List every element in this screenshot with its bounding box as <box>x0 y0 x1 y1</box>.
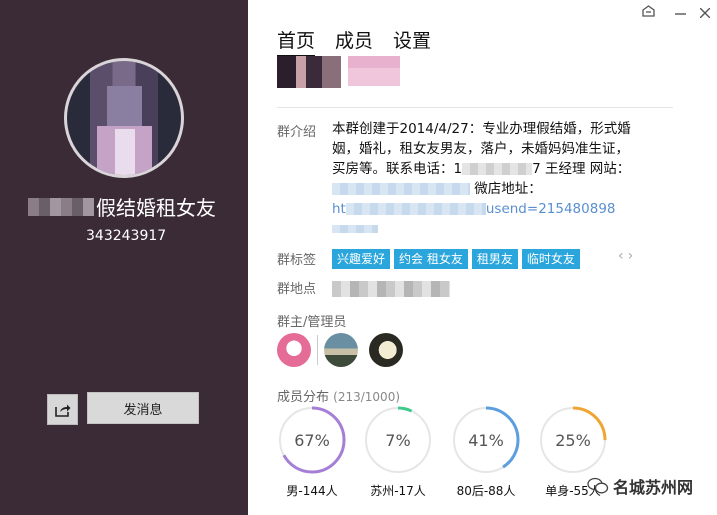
skin-icon <box>642 5 655 17</box>
redacted-link-tail <box>332 225 378 233</box>
tag[interactable]: 临时女友 <box>521 249 580 269</box>
minimize-button[interactable] <box>675 7 686 21</box>
redacted-location <box>332 281 450 297</box>
divider <box>277 107 673 108</box>
distribution-ring: 25% <box>538 405 608 475</box>
distribution-ring: 7% <box>363 405 433 475</box>
intro-line: 买房等。联系电话：1 7 王经理 网站： <box>332 159 667 179</box>
ring-caption: 80后-88人 <box>456 484 516 498</box>
minimize-icon <box>675 13 686 15</box>
tags-label: 群标签 <box>277 253 317 268</box>
intro-link-prefix[interactable]: ht <box>332 201 346 217</box>
group-name: 假结婚租女友 <box>96 196 216 220</box>
tab-settings[interactable]: 设置 <box>393 26 431 57</box>
skin-button[interactable] <box>642 5 655 20</box>
tab-home[interactable]: 首页 <box>277 26 316 57</box>
divider <box>317 335 318 365</box>
distribution-ring: 41% <box>451 405 521 475</box>
ring-caption: 男-144人 <box>286 484 338 498</box>
group-profile-panel: 假结婚租女友 343243917 发消息 <box>0 0 248 515</box>
shop-address-label: 微店地址： <box>474 181 542 197</box>
group-intro: 本群创建于2014/4/27：专业办理假结婚，形式婚 姻，婚礼，租女友男友，落户… <box>332 119 667 233</box>
tag-list: 兴趣爱好 约会 租女友 租男友 临时女友 <box>332 249 580 269</box>
admin-avatar[interactable] <box>324 333 358 367</box>
redacted-link <box>345 203 486 215</box>
distribution-ring: 67% <box>277 405 347 475</box>
share-icon <box>54 404 70 417</box>
send-message-button[interactable]: 发消息 <box>87 392 199 424</box>
chevron-right-icon[interactable]: › <box>628 248 638 264</box>
admin-avatar[interactable] <box>277 333 311 367</box>
admins-label: 群主/管理员 <box>277 315 347 330</box>
member-count: (213/1000) <box>333 390 401 404</box>
admin-avatar[interactable] <box>369 333 403 367</box>
admin-list <box>277 333 414 367</box>
redacted-phone <box>462 163 533 175</box>
intro-line: 微店地址： <box>332 179 667 199</box>
watermark: 名城苏州网 <box>587 474 693 498</box>
tab-members[interactable]: 成员 <box>335 26 373 57</box>
tab-bar: 首页 成员 设置 <box>277 26 431 57</box>
intro-label: 群介绍 <box>277 125 317 140</box>
album-photo[interactable] <box>348 56 400 86</box>
group-id: 343243917 <box>86 228 167 244</box>
location-label: 群地点 <box>277 282 317 297</box>
close-icon <box>699 7 711 19</box>
group-name-row: 假结婚租女友 <box>28 192 238 221</box>
close-button[interactable] <box>699 7 711 21</box>
tag[interactable]: 兴趣爱好 <box>332 249 391 269</box>
redacted-name-prefix <box>28 197 94 216</box>
distribution-title: 成员分布 <box>277 390 330 405</box>
album-photo[interactable] <box>277 56 341 88</box>
intro-line: ht usend=215480898 <box>332 199 667 219</box>
intro-line: 本群创建于2014/4/27：专业办理假结婚，形式婚 <box>332 121 631 137</box>
tag[interactable]: 约会 租女友 <box>394 249 468 269</box>
intro-line: 姻，婚礼，租女友男友，落户，未婚妈妈准生证， <box>332 141 629 157</box>
watermark-text: 名城苏州网 <box>613 478 694 497</box>
tag-pager[interactable]: ‹› <box>618 248 637 264</box>
redacted-website <box>332 183 470 195</box>
intro-phone-prefix: 买房等。联系电话：1 <box>332 161 463 177</box>
intro-phone-suffix: 7 王经理 网站： <box>532 161 631 177</box>
ring-caption: 苏州-17人 <box>370 484 426 498</box>
tag[interactable]: 租男友 <box>471 249 518 269</box>
chevron-left-icon[interactable]: ‹ <box>618 248 628 264</box>
intro-line <box>332 219 667 233</box>
group-avatar <box>64 58 184 178</box>
intro-link-suffix[interactable]: usend=215480898 <box>486 201 616 217</box>
ring-percentage: 7% <box>385 430 411 450</box>
ring-percentage: 67% <box>294 430 330 450</box>
wechat-icon <box>587 477 609 494</box>
ring-percentage: 41% <box>468 430 504 450</box>
share-button[interactable] <box>47 394 78 425</box>
ring-percentage: 25% <box>555 430 591 450</box>
distribution-label: 成员分布 (213/1000) <box>277 386 400 405</box>
